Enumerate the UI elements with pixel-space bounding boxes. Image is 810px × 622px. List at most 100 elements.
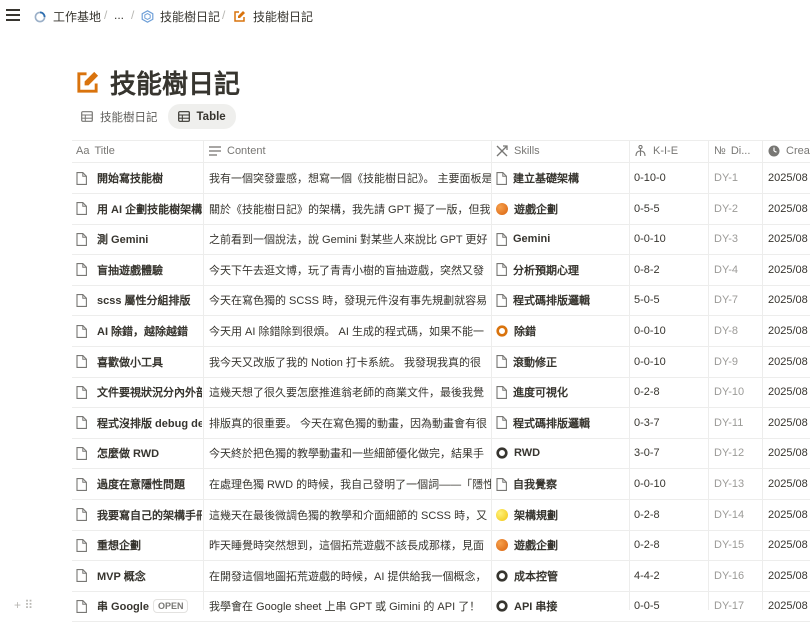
title-cell[interactable]: 測 Gemini bbox=[76, 224, 202, 254]
content-cell[interactable]: 在處理色獨 RWD 的時候，我自己發明了一個詞——「隱性 bbox=[209, 469, 491, 499]
kie-cell[interactable]: 0-2-8 bbox=[634, 500, 704, 530]
content-cell[interactable]: 我有一個突發靈感，想寫一個《技能樹日記》。 主要面板是 bbox=[209, 163, 491, 193]
table-row[interactable]: MVP 概念 在開發這個地圖拓荒遊戲的時候，AI 提供給我一個概念， 成本控管 4-4… bbox=[72, 561, 810, 591]
id-cell[interactable]: DY-15 bbox=[714, 530, 764, 560]
skills-cell[interactable]: 建立基礎架構 bbox=[496, 163, 628, 193]
skills-cell[interactable]: 遊戲企劃 bbox=[496, 194, 628, 224]
column-header-id[interactable]: № Di... bbox=[714, 140, 750, 162]
content-cell[interactable]: 我學會在 Google sheet 上串 GPT 或 Gimini 的 API … bbox=[209, 591, 491, 621]
table-row[interactable]: 開始寫技能樹 我有一個突發靈感，想寫一個《技能樹日記》。 主要面板是 建立基礎架構 0… bbox=[72, 163, 810, 193]
title-cell[interactable]: 怎麼做 RWD bbox=[76, 438, 202, 468]
kie-cell[interactable]: 0-2-8 bbox=[634, 377, 704, 407]
content-cell[interactable]: 這幾天在最後微調色獨的教學和介面細節的 SCSS 時，又 bbox=[209, 500, 491, 530]
table-row[interactable]: 串 Google OPEN 我學會在 Google sheet 上串 GPT 或 G… bbox=[72, 591, 810, 621]
view-tab-default[interactable]: 技能樹日記 bbox=[75, 104, 164, 129]
table-row[interactable]: 怎麼做 RWD 今天終於把色獨的教學動畫和一些細節優化做完，結果手 RWD 3-0-7… bbox=[72, 438, 810, 468]
created-cell[interactable]: 2025/08 bbox=[768, 561, 810, 591]
kie-cell[interactable]: 0-0-10 bbox=[634, 316, 704, 346]
id-cell[interactable]: DY-1 bbox=[714, 163, 764, 193]
content-cell[interactable]: 今天下午去逛文博，玩了青青小樹的盲抽遊戲，突然又發 bbox=[209, 255, 491, 285]
id-cell[interactable]: DY-17 bbox=[714, 591, 764, 621]
table-row[interactable]: AI 除錯，越除越錯 今天用 AI 除錯除到很煩。 AI 生成的程式碼，如果不能一… bbox=[72, 316, 810, 346]
content-cell[interactable]: 昨天睡覺時突然想到，這個拓荒遊戲不該長成那樣，見面 bbox=[209, 530, 491, 560]
content-cell[interactable]: 今天終於把色獨的教學動畫和一些細節優化做完，結果手 bbox=[209, 438, 491, 468]
view-tab-table[interactable]: Table bbox=[167, 104, 236, 129]
title-cell[interactable]: 盲抽遊戲體驗 bbox=[76, 255, 202, 285]
kie-cell[interactable]: 0-0-10 bbox=[634, 469, 704, 499]
skills-cell[interactable]: API 串接 bbox=[496, 591, 628, 621]
skills-cell[interactable]: 程式碼排版邏輯 bbox=[496, 408, 628, 438]
created-cell[interactable]: 2025/08 bbox=[768, 438, 810, 468]
id-cell[interactable]: DY-13 bbox=[714, 469, 764, 499]
created-cell[interactable]: 2025/08 bbox=[768, 194, 810, 224]
title-cell[interactable]: 串 Google OPEN bbox=[76, 591, 202, 621]
column-header-created[interactable]: Crea bbox=[768, 140, 810, 162]
table-row[interactable]: 過度在意隱性問題 在處理色獨 RWD 的時候，我自己發明了一個詞——「隱性 自我覺察… bbox=[72, 469, 810, 499]
id-cell[interactable]: DY-10 bbox=[714, 377, 764, 407]
id-cell[interactable]: DY-8 bbox=[714, 316, 764, 346]
kie-cell[interactable]: 0-0-10 bbox=[634, 224, 704, 254]
kie-cell[interactable]: 0-10-0 bbox=[634, 163, 704, 193]
table-row[interactable]: 文件要視狀況分內外部 這幾天想了很久要怎麼推進翁老師的商業文件，最後我覺 進度可視化… bbox=[72, 377, 810, 407]
content-cell[interactable]: 排版真的很重要。 今天在寫色獨的動畫，因為動畫會有很 bbox=[209, 408, 491, 438]
kie-cell[interactable]: 0-8-2 bbox=[634, 255, 704, 285]
title-cell[interactable]: 過度在意隱性問題 bbox=[76, 469, 202, 499]
id-cell[interactable]: DY-11 bbox=[714, 408, 764, 438]
created-cell[interactable]: 2025/08 bbox=[768, 255, 810, 285]
drag-handle-icon[interactable]: + ⠿ bbox=[14, 598, 33, 612]
skills-cell[interactable]: 進度可視化 bbox=[496, 377, 628, 407]
title-cell[interactable]: 我要寫自己的架構手冊 bbox=[76, 500, 202, 530]
menu-icon[interactable] bbox=[6, 9, 20, 21]
id-cell[interactable]: DY-2 bbox=[714, 194, 764, 224]
kie-cell[interactable]: 0-2-8 bbox=[634, 530, 704, 560]
created-cell[interactable]: 2025/08 bbox=[768, 591, 810, 621]
id-cell[interactable]: DY-9 bbox=[714, 347, 764, 377]
content-cell[interactable]: 這幾天想了很久要怎麼推進翁老師的商業文件，最後我覺 bbox=[209, 377, 491, 407]
id-cell[interactable]: DY-16 bbox=[714, 561, 764, 591]
kie-cell[interactable]: 3-0-7 bbox=[634, 438, 704, 468]
title-cell[interactable]: 程式沒排版 debug de bbox=[76, 408, 202, 438]
column-header-skills[interactable]: Skills bbox=[496, 140, 540, 162]
content-cell[interactable]: 今天用 AI 除錯除到很煩。 AI 生成的程式碼，如果不能一 bbox=[209, 316, 491, 346]
id-cell[interactable]: DY-7 bbox=[714, 285, 764, 315]
title-cell[interactable]: AI 除錯，越除越錯 bbox=[76, 316, 202, 346]
created-cell[interactable]: 2025/08 bbox=[768, 285, 810, 315]
kie-cell[interactable]: 0-0-5 bbox=[634, 591, 704, 621]
created-cell[interactable]: 2025/08 bbox=[768, 224, 810, 254]
created-cell[interactable]: 2025/08 bbox=[768, 163, 810, 193]
skills-cell[interactable]: 自我覺察 bbox=[496, 469, 628, 499]
table-row[interactable]: 喜歡做小工具 我今天又改版了我的 Notion 打卡系統。 我發現我真的很 滾動修正… bbox=[72, 347, 810, 377]
created-cell[interactable]: 2025/08 bbox=[768, 316, 810, 346]
kie-cell[interactable]: 0-0-10 bbox=[634, 347, 704, 377]
table-row[interactable]: 用 AI 企劃技能樹架構 關於《技能樹日記》的架構，我先請 GPT 擬了一版，但我… bbox=[72, 194, 810, 224]
title-cell[interactable]: 用 AI 企劃技能樹架構 bbox=[76, 194, 202, 224]
skills-cell[interactable]: RWD bbox=[496, 438, 628, 468]
id-cell[interactable]: DY-3 bbox=[714, 224, 764, 254]
skills-cell[interactable]: 成本控管 bbox=[496, 561, 628, 591]
skills-cell[interactable]: 分析預期心理 bbox=[496, 255, 628, 285]
kie-cell[interactable]: 4-4-2 bbox=[634, 561, 704, 591]
table-row[interactable]: 我要寫自己的架構手冊 這幾天在最後微調色獨的教學和介面細節的 SCSS 時，又 架構… bbox=[72, 500, 810, 530]
title-cell[interactable]: scss 屬性分組排版 bbox=[76, 285, 202, 315]
created-cell[interactable]: 2025/08 bbox=[768, 408, 810, 438]
title-cell[interactable]: 開始寫技能樹 bbox=[76, 163, 202, 193]
id-cell[interactable]: DY-4 bbox=[714, 255, 764, 285]
created-cell[interactable]: 2025/08 bbox=[768, 530, 810, 560]
open-button[interactable]: OPEN bbox=[152, 599, 189, 614]
created-cell[interactable]: 2025/08 bbox=[768, 347, 810, 377]
created-cell[interactable]: 2025/08 bbox=[768, 377, 810, 407]
column-header-content[interactable]: Content bbox=[209, 140, 266, 162]
kie-cell[interactable]: 0-3-7 bbox=[634, 408, 704, 438]
title-cell[interactable]: 喜歡做小工具 bbox=[76, 347, 202, 377]
breadcrumb-item-workspace[interactable]: 工作基地 bbox=[34, 8, 101, 25]
breadcrumb-item-ellipsis[interactable]: ... bbox=[114, 8, 124, 22]
table-row[interactable]: 盲抽遊戲體驗 今天下午去逛文博，玩了青青小樹的盲抽遊戲，突然又發 分析預期心理 0-8… bbox=[72, 255, 810, 285]
content-cell[interactable]: 之前看到一個說法，說 Gemini 對某些人來說比 GPT 更好 bbox=[209, 224, 491, 254]
table-row[interactable]: 程式沒排版 debug de 排版真的很重要。 今天在寫色獨的動畫，因為動畫會有很… bbox=[72, 408, 810, 438]
created-cell[interactable]: 2025/08 bbox=[768, 469, 810, 499]
column-header-kie[interactable]: K-I-E bbox=[634, 140, 678, 162]
title-cell[interactable]: MVP 概念 bbox=[76, 561, 202, 591]
content-cell[interactable]: 在開發這個地圖拓荒遊戲的時候，AI 提供給我一個概念， bbox=[209, 561, 491, 591]
kie-cell[interactable]: 5-0-5 bbox=[634, 285, 704, 315]
skills-cell[interactable]: Gemini bbox=[496, 224, 628, 254]
